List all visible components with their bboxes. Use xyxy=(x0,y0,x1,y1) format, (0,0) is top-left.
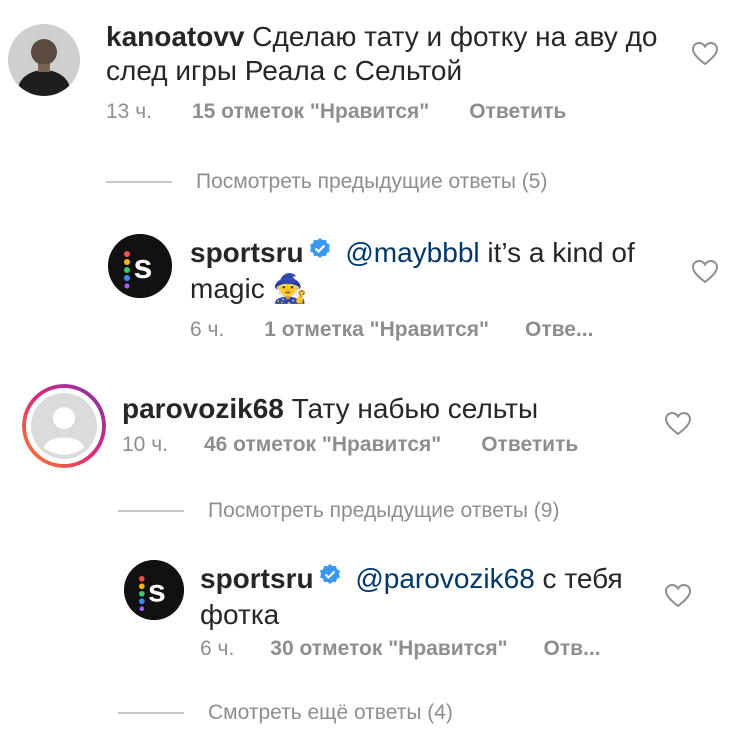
sportsru-logo: s xyxy=(108,234,172,298)
reply-likes[interactable]: 30 отметок "Нравится" xyxy=(270,637,507,661)
reply-button[interactable]: Ответить xyxy=(469,100,566,124)
comment-body: parovozik68 Тату набью сельты xyxy=(122,392,662,426)
verified-badge-icon xyxy=(318,561,342,595)
heart-icon xyxy=(692,260,718,284)
comment-meta: 13 ч. 15 отметок "Нравится" Ответить xyxy=(106,100,566,124)
divider-line xyxy=(118,510,184,512)
reply-button[interactable]: Отве... xyxy=(525,318,593,342)
reply-button[interactable]: Отв... xyxy=(544,637,601,661)
divider-line xyxy=(106,181,172,183)
heart-icon xyxy=(665,412,691,436)
view-previous-replies[interactable]: Посмотреть предыдущие ответы (5) xyxy=(106,170,547,194)
more-replies-label[interactable]: Смотреть ещё ответы (4) xyxy=(208,701,453,725)
svg-text:s: s xyxy=(134,248,153,286)
comment-text: Тату набью сельты xyxy=(291,393,539,424)
heart-icon xyxy=(665,584,691,608)
avatar-sportsru[interactable]: s xyxy=(124,560,184,620)
view-previous-replies[interactable]: Посмотреть предыдущие ответы (9) xyxy=(118,499,559,523)
sportsru-logo: s xyxy=(124,560,184,620)
view-replies-label[interactable]: Посмотреть предыдущие ответы (5) xyxy=(196,170,547,194)
verified-badge-icon xyxy=(308,235,332,269)
reply-time: 6 ч. xyxy=(190,318,225,341)
reply-body: sportsru @parovozik68 с тебя фотка xyxy=(200,562,640,632)
avatar-kanoatovv[interactable] xyxy=(8,24,80,96)
view-more-replies[interactable]: Смотреть ещё ответы (4) xyxy=(118,701,453,725)
comment-body: kanoatovv Сделаю тату и фотку на аву до … xyxy=(106,20,676,88)
reply-meta: 6 ч. 30 отметок "Нравится" Отв... xyxy=(200,637,601,661)
like-comment-button[interactable] xyxy=(665,412,691,436)
comment-time: 13 ч. xyxy=(106,100,152,123)
heart-icon xyxy=(692,42,718,66)
avatar-parovozik68[interactable] xyxy=(22,384,106,468)
avatar-sportsru[interactable]: s xyxy=(108,234,172,298)
like-comment-button[interactable] xyxy=(692,42,718,66)
reply-time: 6 ч. xyxy=(200,637,235,660)
reply-mention[interactable]: @maybbbl xyxy=(345,237,479,268)
comment-likes[interactable]: 46 отметок "Нравится" xyxy=(204,433,441,457)
comment-time: 10 ч. xyxy=(122,433,168,456)
reply-mention[interactable]: @parovozik68 xyxy=(355,563,534,594)
comment-username[interactable]: kanoatovv xyxy=(106,21,245,52)
like-reply-button[interactable] xyxy=(692,260,718,284)
reply-likes[interactable]: 1 отметка "Нравится" xyxy=(264,318,489,342)
view-replies-label[interactable]: Посмотреть предыдущие ответы (9) xyxy=(208,499,559,523)
like-reply-button[interactable] xyxy=(665,584,691,608)
comment-likes[interactable]: 15 отметок "Нравится" xyxy=(192,100,429,124)
reply-username[interactable]: sportsru xyxy=(190,237,304,268)
reply-meta: 6 ч. 1 отметка "Нравится" Отве... xyxy=(190,318,593,342)
svg-text:s: s xyxy=(148,572,166,608)
reply-button[interactable]: Ответить xyxy=(481,433,578,457)
reply-username[interactable]: sportsru xyxy=(200,563,314,594)
reply-body: sportsru @maybbbl it’s a kind of magic 🧙 xyxy=(190,236,670,306)
divider-line xyxy=(118,712,184,714)
comment-meta: 10 ч. 46 отметок "Нравится" Ответить xyxy=(122,433,578,457)
comment-username[interactable]: parovozik68 xyxy=(122,393,284,424)
